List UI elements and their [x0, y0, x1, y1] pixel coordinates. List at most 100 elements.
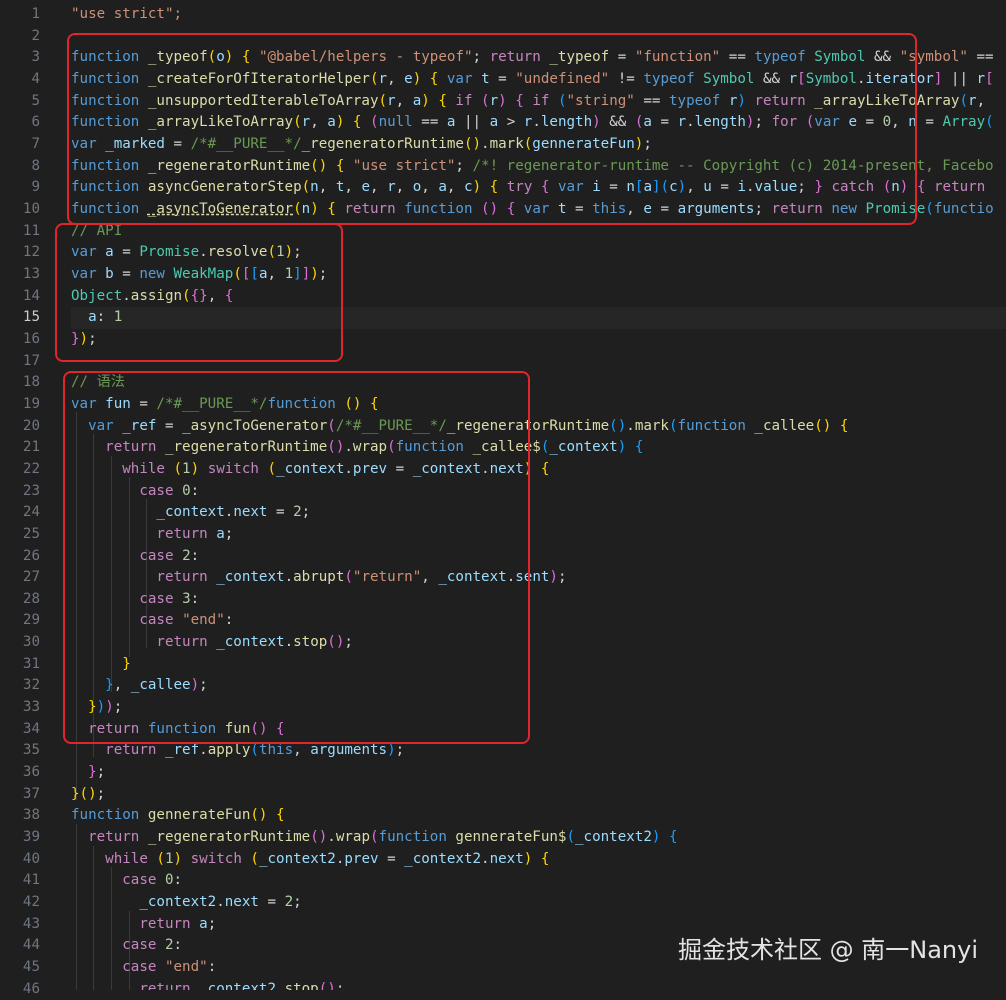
code-line[interactable]: // API	[71, 221, 122, 243]
code-line[interactable]: return _ref.apply(this, arguments);	[71, 740, 404, 762]
code-token: case	[139, 547, 183, 564]
code-token: case	[139, 590, 183, 607]
code-token: =	[258, 894, 285, 911]
code-token: typeof	[669, 92, 729, 109]
code-token: t	[557, 200, 567, 217]
code-token: {	[489, 179, 499, 196]
code-token: =	[489, 70, 516, 87]
code-line[interactable]: var b = new WeakMap([[a, 1]]);	[71, 264, 327, 286]
code-line[interactable]: case "end":	[71, 957, 216, 979]
code-line[interactable]: return _context.abrupt("return", _contex…	[71, 567, 566, 589]
code-line[interactable]: function _unsupportedIterableToArray(r, …	[71, 91, 985, 113]
code-token: (	[327, 417, 336, 434]
code-token: =	[711, 179, 738, 196]
code-line[interactable]: while (1) switch (_context2.prev = _cont…	[71, 849, 549, 871]
line-number: 33	[22, 699, 40, 716]
code-line[interactable]: case 3:	[71, 589, 199, 611]
code-token: )	[190, 677, 200, 694]
line-number: 44	[22, 937, 40, 954]
code-area[interactable]: "use strict"; function _typeof(o) { "@bab…	[71, 0, 1006, 990]
code-token: function	[71, 807, 148, 824]
line-number: 20	[22, 417, 40, 434]
code-line[interactable]: case 0:	[71, 870, 182, 892]
code-line[interactable]: var _marked = /*#__PURE__*/_regeneratorR…	[71, 134, 652, 156]
code-line[interactable]: return a;	[71, 524, 233, 546]
code-token: ;	[293, 894, 302, 911]
code-token: (	[882, 179, 892, 196]
code-token: )	[822, 417, 832, 434]
code-token: function	[71, 114, 148, 131]
code-line[interactable]: a: 1	[71, 307, 1006, 329]
code-token: return	[344, 200, 405, 217]
code-token: Promise	[139, 244, 200, 261]
line-number: 11	[22, 222, 40, 239]
code-token: :	[224, 612, 234, 629]
code-line[interactable]: Object.assign({}, {	[71, 286, 233, 308]
code-token: "end"	[164, 959, 208, 976]
code-token: .	[284, 634, 294, 651]
code-token: ;	[293, 244, 302, 261]
code-token: function	[71, 70, 148, 87]
code-line[interactable]: function _arrayLikeToArray(r, a) { (null…	[71, 112, 994, 134]
code-line[interactable]: return _context.stop();	[71, 632, 353, 654]
code-line[interactable]: case 2:	[71, 546, 199, 568]
code-line[interactable]: var a = Promise.resolve(1);	[71, 242, 302, 264]
code-line[interactable]: }, _callee);	[71, 675, 208, 697]
code-token: _context	[276, 460, 345, 477]
code-line[interactable]: }	[71, 654, 131, 676]
code-token: )	[472, 135, 482, 152]
code-token: 3	[182, 590, 191, 607]
code-line[interactable]: function asyncGeneratorStep(n, t, e, r, …	[71, 177, 985, 199]
line-number: 27	[22, 569, 40, 586]
code-line[interactable]: return a;	[71, 914, 216, 936]
code-line[interactable]: }();	[71, 784, 105, 806]
code-token: switch	[190, 850, 251, 867]
code-line[interactable]: function gennerateFun() {	[71, 805, 285, 827]
code-line[interactable]: function _asyncToGenerator(n) { return f…	[71, 199, 994, 221]
code-line[interactable]: function _createForOfIteratorHelper(r, e…	[71, 69, 994, 91]
code-line[interactable]: var fun = /*#__PURE__*/function () {	[71, 394, 379, 416]
code-line[interactable]: function _typeof(o) { "@babel/helpers - …	[71, 47, 994, 69]
code-token: (	[327, 634, 336, 651]
code-token: null	[378, 114, 413, 131]
code-token: _arrayLikeToArray	[147, 114, 294, 131]
code-line[interactable]: return _regeneratorRuntime().wrap(functi…	[71, 437, 643, 459]
code-line[interactable]: while (1) switch (_context.prev = _conte…	[71, 459, 549, 481]
code-token: .	[199, 742, 208, 759]
code-token: )	[173, 850, 183, 867]
code-token: )	[412, 70, 422, 87]
code-line[interactable]: var _ref = _asyncToGenerator(/*#__PURE__…	[71, 416, 848, 438]
line-number: 24	[22, 504, 40, 521]
code-token: 1	[276, 244, 285, 261]
code-line[interactable]: _context2.next = 2;	[71, 892, 302, 914]
code-token: (	[557, 92, 567, 109]
code-editor[interactable]: 1 2 3 4 5 6 7 8 9 10 11 12 13 14 15 16 17 18 19 20 21 22 23 24 2…	[0, 0, 1006, 997]
code-line[interactable]: case 2:	[71, 935, 182, 957]
code-line[interactable]: case 0:	[71, 481, 199, 503]
code-line[interactable]: });	[71, 329, 97, 351]
code-line[interactable]: case "end":	[71, 610, 233, 632]
line-number: 39	[22, 829, 40, 846]
code-line[interactable]: _context.next = 2;	[71, 502, 310, 524]
code-token: ;	[643, 135, 652, 152]
code-line[interactable]: }));	[71, 697, 122, 719]
code-line[interactable]: "use strict";	[71, 4, 182, 26]
code-token: _regeneratorRuntime	[147, 157, 311, 174]
code-line[interactable]: return function fun() {	[71, 719, 284, 741]
code-line[interactable]: // 语法	[71, 372, 125, 394]
code-line[interactable]: };	[71, 762, 105, 784]
code-token: r	[378, 70, 388, 87]
code-token: {	[438, 92, 447, 109]
code-token: function	[71, 200, 148, 217]
code-token: (	[481, 92, 490, 109]
code-line[interactable]: function _regeneratorRuntime() { "use st…	[71, 156, 994, 178]
code-line[interactable]: return _regeneratorRuntime().wrap(functi…	[71, 827, 677, 849]
code-token: )	[284, 244, 294, 261]
code-token: ,	[395, 179, 413, 196]
code-token: this	[258, 742, 294, 759]
code-line[interactable]: return _context2.stop();	[71, 979, 344, 990]
